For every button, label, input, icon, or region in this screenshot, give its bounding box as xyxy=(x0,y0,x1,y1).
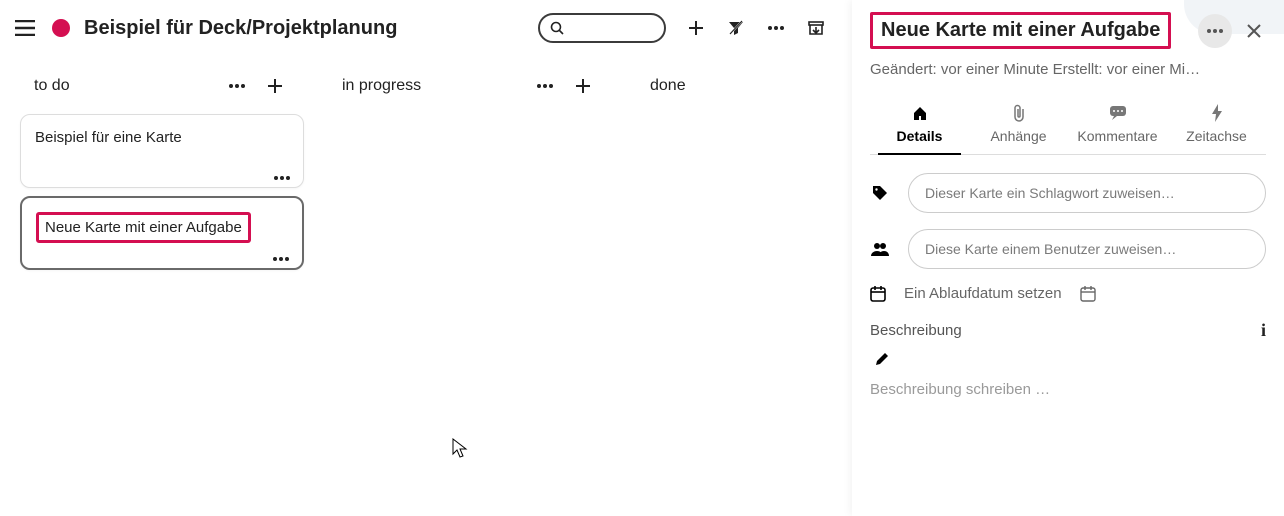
card-title: Neue Karte mit einer Aufgabe xyxy=(36,212,251,243)
description-placeholder[interactable]: Beschreibung schreiben … xyxy=(870,381,1266,398)
archive-icon[interactable] xyxy=(806,18,826,38)
comment-icon xyxy=(1109,104,1127,122)
card-menu-icon[interactable] xyxy=(272,256,290,262)
list-add-icon[interactable] xyxy=(568,71,598,101)
filter-off-icon[interactable] xyxy=(726,18,746,38)
card-menu-icon[interactable] xyxy=(273,175,291,181)
tab-timeline[interactable]: Zeitachse xyxy=(1167,98,1266,154)
tab-label: Details xyxy=(897,128,943,144)
detail-card-title[interactable]: Neue Karte mit einer Aufgabe xyxy=(870,12,1171,49)
due-label[interactable]: Ein Ablaufdatum setzen xyxy=(904,285,1062,302)
add-icon[interactable] xyxy=(686,18,706,38)
tab-details[interactable]: Details xyxy=(870,98,969,154)
user-input-container[interactable] xyxy=(908,229,1266,269)
list-menu-icon[interactable] xyxy=(530,71,560,101)
users-icon xyxy=(870,242,890,256)
home-icon xyxy=(912,104,928,122)
board-title: Beispiel für Deck/Projektplanung xyxy=(84,17,397,40)
detail-meta: Geändert: vor einer Minute Erstellt: vor… xyxy=(870,61,1266,78)
list-add-icon[interactable] xyxy=(260,71,290,101)
tab-attachments[interactable]: Anhänge xyxy=(969,98,1068,154)
more-icon[interactable] xyxy=(766,18,786,38)
board-color-dot xyxy=(52,19,70,37)
tag-input[interactable] xyxy=(925,185,1249,201)
date-picker-icon[interactable] xyxy=(1080,286,1096,302)
user-input[interactable] xyxy=(925,241,1249,257)
tab-label: Kommentare xyxy=(1077,128,1157,144)
tab-label: Zeitachse xyxy=(1186,128,1247,144)
bolt-icon xyxy=(1211,104,1223,122)
list-title: in progress xyxy=(342,77,421,95)
tab-label: Anhänge xyxy=(990,128,1046,144)
list-inprogress: in progress xyxy=(328,66,612,278)
list-done: done xyxy=(636,66,796,278)
list-title: to do xyxy=(34,77,70,95)
card[interactable]: Beispiel für eine Karte xyxy=(20,114,304,188)
menu-toggle-icon[interactable] xyxy=(10,13,40,43)
close-icon[interactable] xyxy=(1242,19,1266,43)
card-detail-panel: Neue Karte mit einer Aufgabe Geändert: v… xyxy=(852,0,1284,516)
tab-comments[interactable]: Kommentare xyxy=(1068,98,1167,154)
tag-icon xyxy=(870,185,890,201)
search-input[interactable] xyxy=(570,21,654,36)
search-input-container[interactable] xyxy=(538,13,666,43)
calendar-icon xyxy=(870,286,886,302)
tag-input-container[interactable] xyxy=(908,173,1266,213)
detail-more-button[interactable] xyxy=(1198,14,1232,48)
edit-icon[interactable] xyxy=(874,351,1266,367)
card-selected[interactable]: Neue Karte mit einer Aufgabe xyxy=(20,196,304,270)
card-title: Beispiel für eine Karte xyxy=(35,129,289,146)
list-title: done xyxy=(650,77,686,95)
description-label: Beschreibung xyxy=(870,322,962,339)
search-icon xyxy=(550,21,564,35)
info-icon[interactable]: i xyxy=(1261,320,1266,341)
list-todo: to do Beispiel für eine Karte Neue Karte… xyxy=(20,66,304,278)
list-menu-icon[interactable] xyxy=(222,71,252,101)
detail-tabs: Details Anhänge Kommentare Zeitachse xyxy=(870,98,1266,155)
mouse-cursor-icon xyxy=(452,438,468,458)
paperclip-icon xyxy=(1012,104,1026,122)
